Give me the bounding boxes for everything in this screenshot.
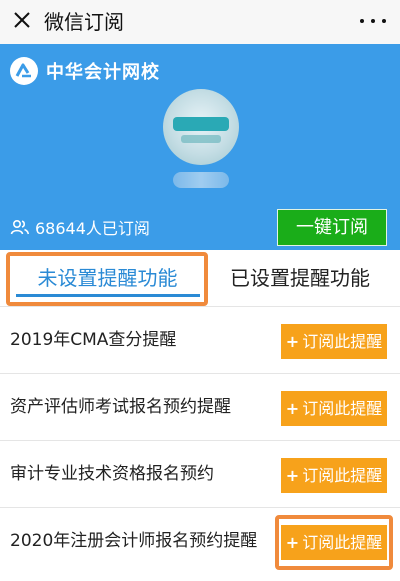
subscriber-count: 68644人已订阅: [10, 215, 150, 239]
subscribe-reminder-button[interactable]: + 订阅此提醒: [281, 324, 387, 359]
subscribe-reminder-button[interactable]: + 订阅此提醒: [281, 391, 387, 426]
reminder-title: 资产评估师考试报名预约提醒: [10, 397, 231, 417]
chinaacc-logo-icon: [10, 57, 38, 85]
tab-unset-reminders[interactable]: 未设置提醒功能: [10, 250, 205, 306]
subscriber-text: 68644人已订阅: [35, 219, 150, 238]
button-label: 订阅此提醒: [302, 466, 383, 485]
people-icon: [10, 219, 30, 235]
reminder-list: 2019年CMA查分提醒 + 订阅此提醒 资产评估师考试报名预约提醒 + 订阅此提醒…: [0, 306, 400, 574]
reminder-title: 审计专业技术资格报名预约: [10, 464, 214, 484]
page-title: 微信订阅: [44, 10, 124, 34]
reminder-title: 2020年注册会计师报名预约提醒: [10, 531, 258, 551]
list-item: 资产评估师考试报名预约提醒 + 订阅此提醒: [0, 373, 400, 440]
plus-icon: +: [285, 332, 300, 351]
plus-icon: +: [285, 533, 300, 552]
active-tab-underline: [16, 294, 200, 297]
subscribe-all-button[interactable]: 一键订阅: [277, 209, 387, 246]
button-label: 订阅此提醒: [302, 332, 383, 351]
brand: 中华会计网校: [10, 56, 160, 86]
subscribe-reminder-button[interactable]: + 订阅此提醒: [281, 458, 387, 493]
more-dots-icon[interactable]: [360, 12, 386, 30]
list-item: 2019年CMA查分提醒 + 订阅此提醒: [0, 306, 400, 373]
button-label: 订阅此提醒: [302, 533, 383, 552]
list-item: 审计专业技术资格报名预约 + 订阅此提醒: [0, 440, 400, 507]
subscribe-reminder-button[interactable]: + 订阅此提醒: [281, 525, 387, 560]
close-icon[interactable]: [10, 8, 34, 32]
plus-icon: +: [285, 399, 300, 418]
account-header: 中华会计网校 68644人已订阅 一键订阅: [0, 44, 400, 250]
blurred-name-placeholder: [173, 172, 229, 188]
plus-icon: +: [285, 466, 300, 485]
tab-bar: 未设置提醒功能 已设置提醒功能: [0, 250, 400, 306]
tab-set-reminders[interactable]: 已设置提醒功能: [230, 250, 375, 306]
account-name: 中华会计网校: [46, 62, 160, 83]
avatar: [163, 89, 239, 165]
button-label: 订阅此提醒: [302, 399, 383, 418]
reminder-title: 2019年CMA查分提醒: [10, 330, 177, 350]
top-bar: 微信订阅: [0, 0, 400, 44]
list-item: 2020年注册会计师报名预约提醒 + 订阅此提醒: [0, 507, 400, 574]
